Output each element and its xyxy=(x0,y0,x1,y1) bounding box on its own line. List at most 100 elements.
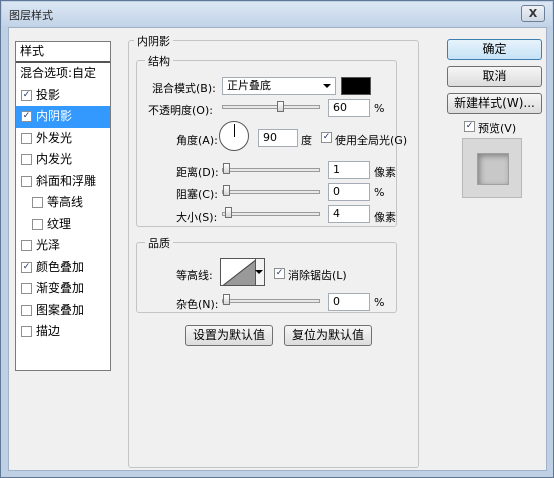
style-item-checkbox[interactable]: ✓ xyxy=(21,89,32,101)
noise-slider-thumb[interactable] xyxy=(223,294,230,305)
antialias-label[interactable]: 消除锯齿(L) xyxy=(288,267,347,283)
choke-input[interactable]: 0 xyxy=(328,183,370,201)
style-list-header[interactable]: 样式 xyxy=(16,42,110,63)
opacity-slider-thumb[interactable] xyxy=(276,101,284,112)
style-item-label: 等高线 xyxy=(47,195,84,209)
set-default-button[interactable]: 设置为默认值 xyxy=(185,325,273,346)
structure-title: 结构 xyxy=(145,53,173,69)
style-item-label: 光泽 xyxy=(36,238,61,252)
global-light-label[interactable]: 使用全局光(G) xyxy=(335,132,407,148)
style-item-checkbox[interactable] xyxy=(21,154,32,165)
style-item[interactable]: 外发光 xyxy=(16,128,110,150)
layer-style-dialog: 图层样式 X 样式 混合选项:自定 ✓ 投影 ✓ 内阴影外发光内发光斜面和浮雕等高线纹… xyxy=(0,0,554,478)
ok-button[interactable]: 确定 xyxy=(447,39,542,60)
angle-label: 角度(A): xyxy=(176,134,218,147)
angle-unit: 度 xyxy=(301,134,312,147)
blend-mode-select[interactable]: 正片叠底 xyxy=(222,77,336,95)
style-item[interactable]: ✓ 投影 xyxy=(16,85,110,107)
style-item[interactable]: 渐变叠加 xyxy=(16,278,110,300)
style-preview-thumbnail xyxy=(462,138,522,198)
style-item-checkbox[interactable] xyxy=(21,132,32,144)
size-slider-track[interactable] xyxy=(222,212,320,216)
close-button[interactable]: X xyxy=(521,5,545,22)
angle-dial[interactable] xyxy=(219,121,249,151)
style-preview-swatch xyxy=(477,153,509,185)
style-item-label: 斜面和浮雕 xyxy=(36,173,97,188)
distance-input[interactable]: 1 xyxy=(328,161,370,179)
style-item[interactable]: 图案叠加 xyxy=(16,300,110,322)
preview-checkbox[interactable]: ✓ xyxy=(464,121,475,132)
style-item-label: 纹理 xyxy=(47,216,72,231)
global-light-checkbox[interactable]: ✓ xyxy=(321,132,332,143)
inner-shadow-title: 内阴影 xyxy=(134,33,173,49)
style-item-label: 颜色叠加 xyxy=(36,259,85,274)
contour-dropdown-button[interactable] xyxy=(255,258,265,286)
distance-slider-thumb[interactable] xyxy=(223,163,230,174)
style-item[interactable]: ✓ 颜色叠加 xyxy=(16,257,110,279)
size-input[interactable]: 4 xyxy=(328,205,370,223)
style-item-label: 描边 xyxy=(36,324,61,338)
blend-options-item[interactable]: 混合选项:自定 xyxy=(16,63,110,85)
style-item-checkbox[interactable] xyxy=(21,175,32,187)
choke-slider-track[interactable] xyxy=(222,190,320,194)
blend-mode-value: 正片叠底 xyxy=(227,79,271,92)
opacity-input[interactable]: 60 xyxy=(328,99,370,117)
noise-label: 杂色(N): xyxy=(176,298,219,311)
style-item[interactable]: ✓ 内阴影 xyxy=(16,106,110,128)
style-item-label: 内阴影 xyxy=(36,109,73,123)
size-label: 大小(S): xyxy=(176,211,218,224)
preview-label[interactable]: 预览(V) xyxy=(478,120,516,136)
opacity-slider-track[interactable] xyxy=(222,105,320,109)
style-item-label: 图案叠加 xyxy=(36,302,85,317)
choke-label: 阻塞(C): xyxy=(176,188,218,201)
choke-slider-thumb[interactable] xyxy=(223,185,230,196)
window-title: 图层样式 xyxy=(9,9,53,22)
style-item[interactable]: 光泽 xyxy=(16,235,110,257)
style-item[interactable]: 等高线 xyxy=(16,192,110,214)
style-item-checkbox[interactable] xyxy=(21,326,32,337)
style-item-checkbox[interactable] xyxy=(21,304,32,316)
shadow-color-swatch[interactable] xyxy=(341,77,371,95)
chevron-down-icon xyxy=(255,270,263,274)
style-item[interactable]: 描边 xyxy=(16,321,110,343)
style-item-checkbox[interactable]: ✓ xyxy=(21,261,32,273)
style-item-checkbox[interactable] xyxy=(21,283,32,294)
style-item[interactable]: 纹理 xyxy=(16,214,110,236)
opacity-label: 不透明度(O): xyxy=(148,104,213,117)
blend-mode-label: 混合模式(B): xyxy=(152,82,216,95)
choke-unit: % xyxy=(374,186,385,199)
distance-label: 距离(D): xyxy=(176,166,219,179)
antialias-checkbox[interactable]: ✓ xyxy=(274,268,285,279)
reset-default-button[interactable]: 复位为默认值 xyxy=(284,325,372,346)
size-slider-thumb[interactable] xyxy=(225,207,232,218)
style-item-checkbox[interactable]: ✓ xyxy=(21,111,32,122)
style-item-label: 内发光 xyxy=(36,152,73,166)
style-item[interactable]: 斜面和浮雕 xyxy=(16,171,110,193)
quality-title: 品质 xyxy=(145,235,173,251)
noise-input[interactable]: 0 xyxy=(328,293,370,311)
cancel-button[interactable]: 取消 xyxy=(447,66,542,87)
distance-slider-track[interactable] xyxy=(222,168,320,172)
angle-dial-hand xyxy=(234,124,235,137)
angle-input[interactable]: 90 xyxy=(258,129,298,147)
contour-label: 等高线: xyxy=(176,269,213,282)
opacity-unit: % xyxy=(374,102,385,115)
contour-picker[interactable] xyxy=(220,258,256,286)
contour-curve-icon xyxy=(222,259,255,285)
style-item-label: 渐变叠加 xyxy=(36,281,85,295)
noise-unit: % xyxy=(374,296,385,309)
style-item-checkbox[interactable] xyxy=(21,240,32,251)
dialog-body: 样式 混合选项:自定 ✓ 投影 ✓ 内阴影外发光内发光斜面和浮雕等高线纹理光泽 ✓ 颜色叠… xyxy=(8,27,547,471)
style-item-label: 投影 xyxy=(36,87,61,102)
size-unit: 像素 xyxy=(374,211,396,224)
style-item-checkbox[interactable] xyxy=(32,197,43,208)
style-item[interactable]: 内发光 xyxy=(16,149,110,171)
distance-unit: 像素 xyxy=(374,166,396,179)
style-list: 样式 混合选项:自定 ✓ 投影 ✓ 内阴影外发光内发光斜面和浮雕等高线纹理光泽 ✓ 颜色叠… xyxy=(15,41,111,371)
chevron-down-icon xyxy=(323,84,331,88)
style-item-checkbox[interactable] xyxy=(32,218,43,230)
title-bar[interactable]: 图层样式 X xyxy=(2,2,552,26)
style-item-label: 外发光 xyxy=(36,130,73,145)
noise-slider-track[interactable] xyxy=(222,299,320,303)
new-style-button[interactable]: 新建样式(W)... xyxy=(447,93,542,114)
